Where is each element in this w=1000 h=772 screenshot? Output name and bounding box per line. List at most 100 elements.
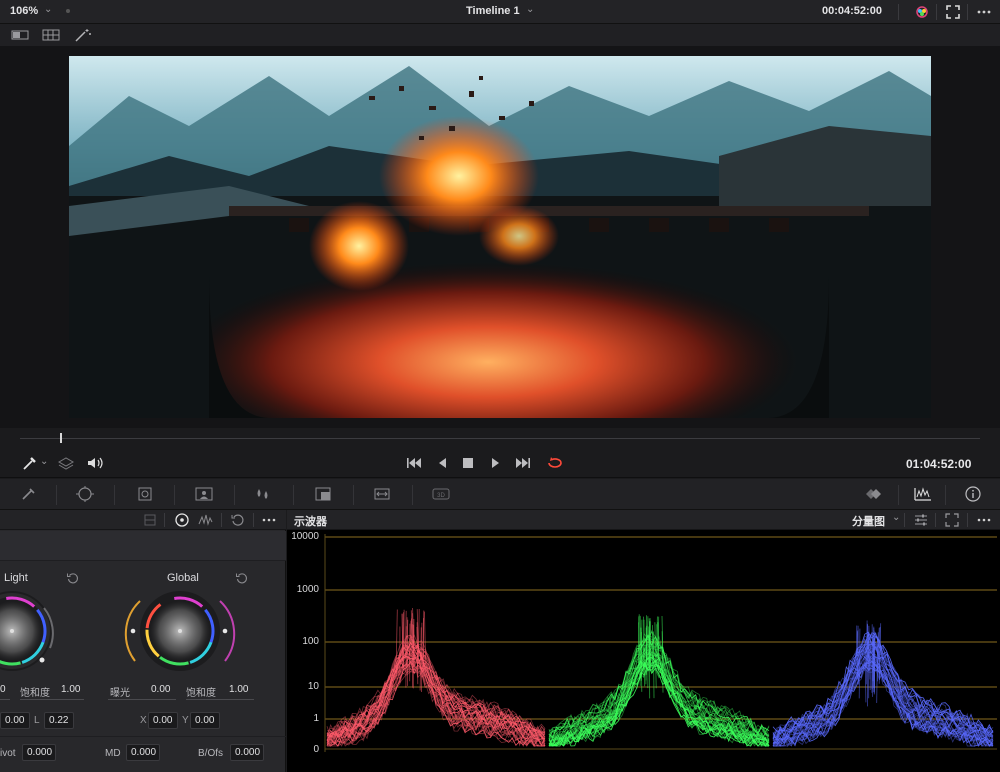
light-color-wheel[interactable] [0, 588, 58, 677]
video-viewer[interactable] [0, 46, 1000, 428]
scope-mode-dropdown[interactable]: 分量图 [852, 513, 885, 529]
divider [164, 513, 165, 527]
exposure-slider[interactable] [108, 699, 176, 700]
scopes-icon[interactable] [912, 485, 934, 503]
saturation-value-left[interactable]: 1.00 [61, 684, 80, 695]
power-window-icon[interactable] [74, 485, 96, 503]
light-y-field[interactable]: 0.22 [44, 712, 74, 729]
zoom-level[interactable]: 106% [10, 5, 38, 17]
magic-wand-icon[interactable] [73, 27, 93, 43]
video-frame [69, 56, 931, 418]
timecode-display: 00:04:52:00 [822, 5, 882, 17]
color-wheels[interactable] [0, 588, 286, 688]
scope-settings-icon[interactable] [913, 512, 929, 528]
picker-tool-icon[interactable] [17, 485, 39, 503]
divider [174, 485, 175, 505]
global-y-field[interactable]: 0.00 [190, 712, 220, 729]
color-wheels-mode-icon[interactable] [174, 512, 190, 528]
sizing-icon[interactable] [371, 485, 393, 503]
playhead[interactable] [60, 433, 63, 443]
md-label: MD [105, 748, 121, 759]
bofs-field[interactable]: 0.000 [230, 744, 264, 761]
scope-more-icon[interactable] [976, 512, 992, 528]
fullscreen-icon[interactable] [944, 3, 962, 21]
left-value-truncated: 0 [0, 684, 6, 695]
eyedropper-dropdown-chevron-icon[interactable]: ⌄ [40, 456, 48, 467]
divider [936, 4, 937, 20]
divider [293, 485, 294, 505]
playback-timecode: 01:04:52:00 [906, 457, 972, 471]
exposure-value[interactable]: 0.00 [151, 684, 170, 695]
magic-mask-icon[interactable] [193, 485, 215, 503]
scope-title: 示波器 [294, 516, 327, 528]
node-icon[interactable] [142, 512, 158, 528]
global-y-label: Y [182, 715, 189, 726]
keyframes-icon[interactable] [862, 485, 884, 503]
global-color-wheel[interactable] [124, 588, 236, 677]
zoom-dropdown-chevron-icon[interactable]: ⌄ [44, 4, 52, 15]
slider-track[interactable] [0, 699, 10, 700]
single-viewer-icon[interactable] [10, 27, 30, 43]
divider [353, 485, 354, 505]
global-x-label: X [140, 715, 147, 726]
layers-icon[interactable] [56, 454, 76, 472]
scrubber-track[interactable] [20, 438, 980, 439]
global-x-field[interactable]: 0.00 [148, 712, 178, 729]
more-options-icon[interactable] [261, 512, 277, 528]
scope-mode-chevron-icon[interactable]: ⌄ [892, 512, 900, 523]
saturation-label-left: 饱和度 [20, 688, 50, 699]
divider [253, 513, 254, 527]
color-wheels-panel: Light Global 0 饱和度 1.00 曝光 0.00 饱和度 1.00… [0, 510, 286, 772]
light-wheel-reset-icon[interactable] [66, 571, 80, 585]
divider [898, 485, 899, 505]
key-icon[interactable] [312, 485, 334, 503]
saturation-slider-left[interactable] [20, 699, 84, 700]
loop-icon[interactable] [545, 454, 565, 472]
reset-all-icon[interactable] [230, 512, 246, 528]
bofs-label: B/Ofs [198, 748, 224, 759]
divider [967, 513, 968, 527]
play-reverse-icon[interactable] [433, 454, 453, 472]
pivot-field[interactable]: 0.000 [22, 744, 56, 761]
parade-waveform [324, 534, 997, 752]
md-field[interactable]: 0.000 [126, 744, 160, 761]
saturation-value-right[interactable]: 1.00 [229, 684, 248, 695]
curves-mode-icon[interactable] [198, 512, 214, 528]
play-icon[interactable] [485, 454, 505, 472]
light-x-field[interactable]: 0.00 [0, 712, 30, 729]
gallery-grid-icon[interactable] [41, 27, 61, 43]
more-options-icon[interactable] [975, 3, 993, 21]
jump-to-end-icon[interactable] [513, 454, 533, 472]
scope-expand-icon[interactable] [944, 512, 960, 528]
divider [935, 513, 936, 527]
divider [945, 485, 946, 505]
top-bar: 106% ⌄ Timeline 1 ⌄ 00:04:52:00 [0, 0, 1000, 24]
saturation-slider-right[interactable] [186, 699, 254, 700]
info-icon[interactable] [962, 485, 984, 503]
timeline-dropdown-chevron-icon[interactable]: ⌄ [526, 4, 534, 15]
status-dot-icon [66, 9, 70, 13]
divider [967, 4, 968, 20]
divider [0, 736, 286, 737]
stop-icon[interactable] [458, 454, 478, 472]
scope-channel-green [548, 614, 770, 747]
divider [234, 485, 235, 505]
jump-to-start-icon[interactable] [404, 454, 424, 472]
divider [221, 513, 222, 527]
transport-bar: ⌄ 01:04:52:00 [0, 448, 1000, 478]
timeline-title[interactable]: Timeline 1 [466, 5, 520, 17]
scope-panel: 示波器 分量图 ⌄ 10000 1000 100 10 1 0 [287, 510, 1000, 772]
global-wheel-reset-icon[interactable] [235, 571, 249, 585]
tracker-icon[interactable] [134, 485, 156, 503]
panel-subheader [0, 531, 286, 561]
eyedropper-icon[interactable] [20, 454, 40, 472]
audio-speaker-icon[interactable] [85, 454, 105, 472]
color-mode-icon[interactable] [913, 3, 931, 21]
wheel-title-light: Light [4, 572, 28, 584]
divider [898, 4, 899, 20]
light-y-label: L [34, 715, 40, 726]
3d-icon[interactable]: 3D [430, 485, 452, 503]
timeline-scrubber[interactable] [0, 428, 1000, 448]
svg-text:3D: 3D [437, 493, 445, 499]
blur-icon[interactable] [252, 485, 274, 503]
